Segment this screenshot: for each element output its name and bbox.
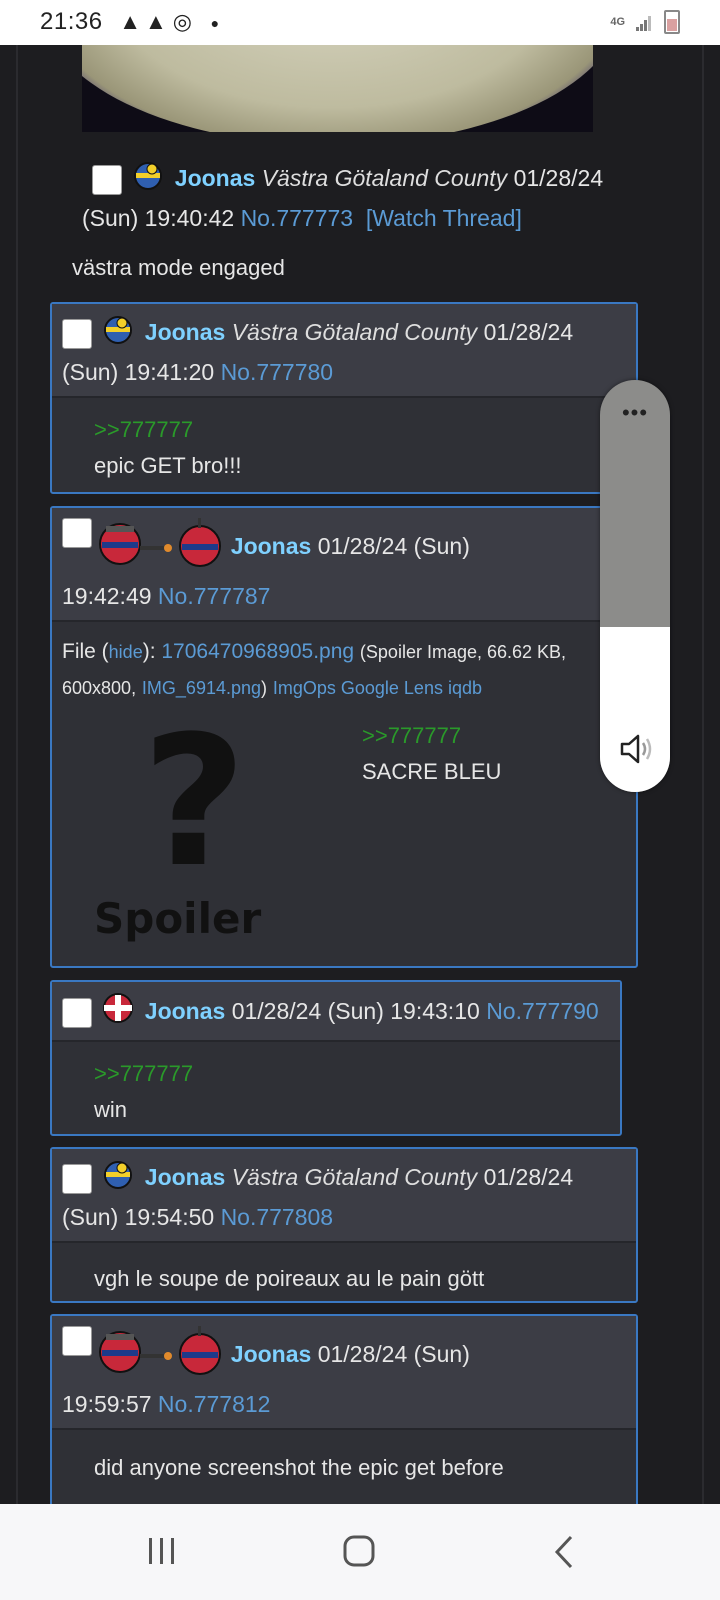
quote-link[interactable]: >>777777 [94,412,636,448]
post-message: did anyone screenshot the epic get befor… [94,1455,504,1480]
post-time: (Sun) 19:40:42 [82,205,235,231]
more-options-icon[interactable]: ••• [600,400,670,426]
poster-name: Joonas [230,1341,312,1368]
post-date: 01/28/24 [513,165,604,192]
reply-post: Joonas Västra Götaland County 01/28/24 (… [50,1147,638,1303]
volume-slider[interactable]: ••• [600,380,670,792]
original-file-link[interactable]: IMG_6914.png [142,678,261,698]
post-message: västra mode engaged [72,255,285,280]
poster-name: Joonas [174,165,256,192]
post-date: 01/28/24 (Sun) [317,533,470,560]
post-number[interactable]: No.777773 [241,205,354,231]
post-message: vgh le soupe de poireaux au le pain gött [94,1266,485,1291]
post-checkbox[interactable] [62,518,92,548]
post-number[interactable]: No.777812 [158,1391,271,1417]
watch-thread-link[interactable]: [Watch Thread] [366,205,522,231]
post-checkbox[interactable] [62,998,92,1028]
status-bar: 21:36 ▲ ▲ ◎ ● 4G [0,0,720,45]
navigation-bar [0,1504,720,1600]
post-time: (Sun) 19:54:50 [62,1204,215,1230]
network-label: 4G [610,16,626,28]
poster-name: Joonas [144,998,226,1025]
flag-icon [98,314,138,354]
reply-post: Joonas Västra Götaland County 01/28/24 (… [50,302,638,494]
poster-name: Joonas [144,319,226,346]
poster-location: Västra Götaland County [261,165,508,192]
post-message: epic GET bro!!! [94,453,242,478]
poster-location: Västra Götaland County [231,1164,478,1191]
recent-apps-icon[interactable] [146,1534,178,1573]
post-time: 19:59:57 [62,1391,152,1417]
dot-icon: ● [210,14,220,31]
alert-icon: ▲ [145,9,167,34]
quote-link[interactable]: >>777777 [94,1056,620,1092]
post-date: 01/28/24 [483,1164,574,1191]
back-icon[interactable] [552,1534,576,1575]
signal-icon [635,13,652,31]
page-rail-right [702,45,704,1504]
file-info: File (hide): 1706470968905.png (Spoiler … [52,620,636,706]
poster-location: Västra Götaland County [231,319,478,346]
post-message: win [94,1097,128,1122]
post-checkbox[interactable] [62,1326,92,1356]
flag-icon [98,518,224,578]
reply-post: Joonas 01/28/24 (Sun) 19:59:57 No.777812… [50,1314,638,1514]
home-icon[interactable] [342,1534,376,1573]
post-number[interactable]: No.777790 [486,998,599,1024]
quote-link[interactable]: >>777777 [362,718,501,754]
post-date: 01/28/24 (Sun) 19:43:10 [231,998,480,1025]
flag-icon [98,1159,138,1199]
post-number[interactable]: No.777780 [221,359,334,385]
poster-name: Joonas [144,1164,226,1191]
chrome-icon: ◎ [172,9,192,34]
post-time: (Sun) 19:41:20 [62,359,215,385]
reply-post: Joonas 01/28/24 (Sun) 19:42:49 No.777787… [50,506,638,968]
file-link[interactable]: 1706470968905.png [161,640,354,663]
post-number[interactable]: No.777808 [221,1204,334,1230]
flag-icon [128,160,168,200]
battery-icon [664,10,680,34]
speaker-icon[interactable] [616,729,656,774]
post-checkbox[interactable] [92,165,122,195]
page-rail-left [16,45,18,1504]
alert-icon: ▲ [119,9,142,34]
post-checkbox[interactable] [62,1164,92,1194]
post-checkbox[interactable] [62,319,92,349]
image-tools-links[interactable]: ImgOps Google Lens iqdb [273,678,482,698]
post-time: 19:42:49 [62,583,152,609]
hide-link[interactable]: hide [109,642,143,662]
reply-post: Joonas 01/28/24 (Sun) 19:43:10 No.777790… [50,980,622,1136]
post-date: 01/28/24 [483,319,574,346]
flag-icon [98,992,138,1034]
flag-icon [98,1326,224,1386]
op-image[interactable] [82,45,593,132]
poster-name: Joonas [230,533,312,560]
post-number[interactable]: No.777787 [158,583,271,609]
post-date: 01/28/24 (Sun) [317,1341,470,1368]
post-message: SACRE BLEU [362,759,502,784]
spoiler-image[interactable]: ? Spoiler [94,698,294,948]
op-post: Joonas Västra Götaland County 01/28/24 (… [72,160,642,286]
clock: 21:36 [40,8,103,35]
